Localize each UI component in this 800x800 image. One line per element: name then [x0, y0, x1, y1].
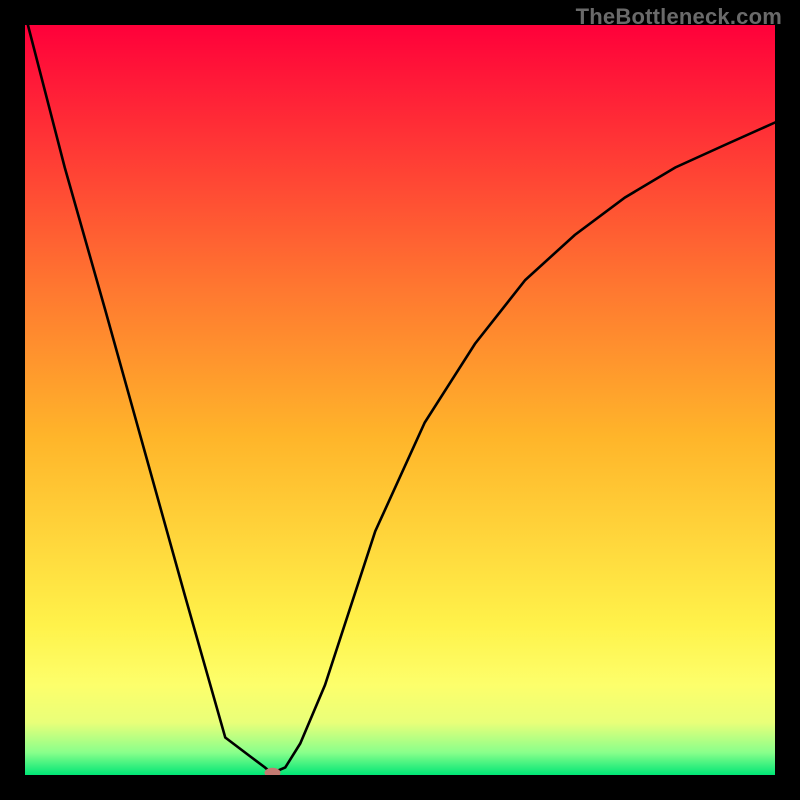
- chart-container: TheBottleneck.com: [0, 0, 800, 800]
- gradient-background: [25, 25, 775, 775]
- plot-area: [25, 25, 775, 775]
- bottleneck-chart: [25, 25, 775, 775]
